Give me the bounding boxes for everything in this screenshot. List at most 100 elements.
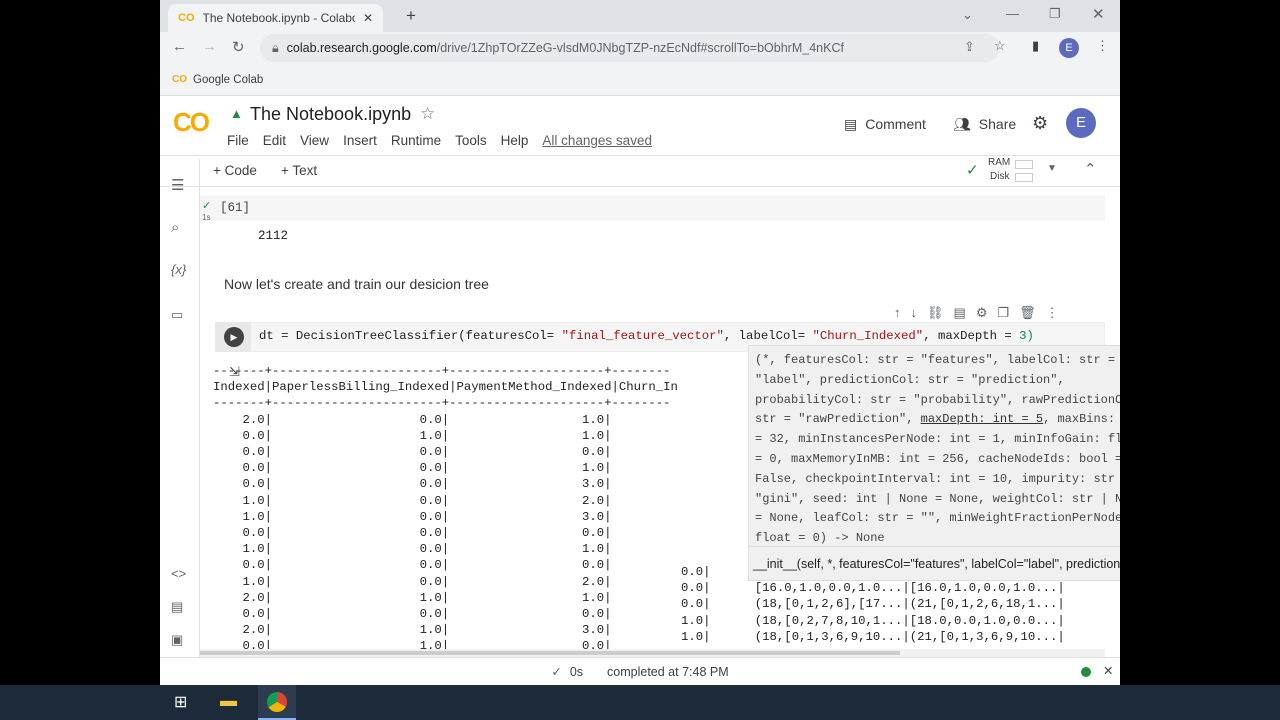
code-snippets-icon[interactable]: <> — [171, 566, 186, 581]
add-code-button[interactable]: + Code — [213, 163, 257, 178]
files-folder-icon[interactable]: ▭ — [171, 307, 183, 323]
check-icon: ✓ — [551, 665, 562, 679]
taskbar: ⊞ ▬ — [0, 685, 1280, 720]
back-icon[interactable]: ← — [172, 38, 187, 55]
colab-favicon-icon: CO — [178, 12, 195, 24]
run-cell-button[interactable]: ▶ — [224, 327, 244, 347]
tab-title: The Notebook.ipynb - Colaborat — [202, 11, 355, 25]
cell-toolbar: ↑ ↓ ⛓ ▤ ⚙ ❐ 🗑︎ ⋮ — [894, 305, 1059, 321]
link-icon[interactable]: ⛓ — [927, 305, 944, 321]
new-tab-icon[interactable]: + — [406, 6, 416, 26]
profile-avatar[interactable]: E — [1059, 38, 1079, 58]
table-row: 0.0| 0.0| 0.0| — [213, 558, 612, 573]
browser-window: CO The Notebook.ipynb - Colaborat ✕ + ⌄ … — [160, 0, 1120, 685]
table-row: 0.0| 1.0| 1.0| — [213, 428, 612, 443]
command-palette-icon[interactable]: ▤ — [171, 599, 183, 615]
tab-search-icon[interactable]: ⌄ — [962, 7, 973, 23]
comment-cell-icon[interactable]: ▤ — [954, 305, 966, 321]
minimize-icon[interactable]: — — [1006, 6, 1019, 21]
menu-help[interactable]: Help — [501, 133, 529, 148]
forward-icon[interactable]: → — [202, 38, 217, 55]
close-window-icon[interactable]: ✕ — [1092, 5, 1105, 23]
connected-check-icon: ✓ — [966, 162, 979, 179]
address-bar-row: ← → ↻ 🔒︎ colab.research.google.com/drive… — [160, 32, 1120, 64]
menu-runtime[interactable]: Runtime — [391, 133, 441, 148]
disk-meter[interactable] — [1015, 173, 1033, 182]
comment-button[interactable]: ▤ Comment — [844, 116, 926, 133]
restore-icon[interactable]: ❐ — [1049, 6, 1061, 22]
star-icon[interactable]: ☆ — [420, 104, 435, 124]
output-table: -------+-----------------------+--------… — [213, 363, 678, 655]
active-parameter: maxDepth: int = 5 — [920, 412, 1044, 427]
more-options-icon[interactable]: ⋮ — [1046, 305, 1059, 321]
signature-footer: __init__(self, *, featuresCol="features"… — [749, 546, 1120, 580]
tab-bar: CO The Notebook.ipynb - Colaborat ✕ + ⌄ … — [160, 0, 1120, 32]
share-page-icon[interactable]: ⇪ — [964, 39, 975, 55]
elapsed-time: 0s — [569, 664, 584, 679]
runtime-dropdown-icon[interactable]: ▼ — [1047, 163, 1057, 174]
table-header: Indexed|PaperlessBilling_Indexed|Payment… — [213, 380, 678, 395]
variables-icon[interactable]: {x} — [171, 262, 186, 277]
text-cell[interactable]: Now let's create and train our desicion … — [224, 276, 489, 292]
drive-icon: ▲ — [230, 106, 243, 121]
chrome-taskbar-button[interactable] — [258, 685, 296, 720]
table-row: 0.0| 0.0| 1.0| — [213, 461, 612, 476]
side-panel-icon[interactable]: ▮ — [1032, 38, 1039, 54]
menu-file[interactable]: File — [227, 133, 249, 148]
notebook-toolbar: + Code + Text ✓ RAM Disk ▼ ⌃ — [160, 156, 1120, 187]
bookmark-google-colab[interactable]: Google Colab — [193, 74, 263, 86]
run-success-icon: ✓ — [202, 200, 212, 212]
ram-meter[interactable] — [1015, 160, 1033, 169]
reload-icon[interactable]: ↻ — [232, 38, 245, 56]
code-line[interactable]: dt = DecisionTreeClassifier(featuresCol=… — [259, 329, 1034, 343]
file-explorer-icon[interactable]: ▬ — [220, 691, 237, 711]
notebook-title[interactable]: The Notebook.ipynb — [250, 104, 411, 125]
user-avatar[interactable]: E — [1066, 108, 1096, 138]
table-row: 1.0| 0.0| 3.0| — [213, 509, 612, 524]
left-sidebar: ☰ ⌕ {x} ▭ <> ▤ ▣ — [160, 159, 200, 659]
move-up-icon[interactable]: ↑ — [894, 305, 901, 321]
lock-icon: 🔒︎ — [272, 40, 279, 55]
chrome-icon — [267, 692, 287, 712]
share-button[interactable]: 👥︎ Share — [953, 116, 1016, 133]
url-bar[interactable]: 🔒︎ colab.research.google.com/drive/1ZhpT… — [260, 34, 1000, 62]
browser-tab[interactable]: CO The Notebook.ipynb - Colaborat ✕ — [168, 4, 383, 32]
move-down-icon[interactable]: ↓ — [911, 305, 918, 321]
colab-header: CO ▲ The Notebook.ipynb ☆ File Edit View… — [160, 96, 1120, 156]
table-row: 2.0| 1.0| 3.0| — [213, 623, 612, 638]
table-of-contents-icon[interactable]: ☰ — [171, 176, 184, 194]
windows-start-icon[interactable]: ⊞ — [174, 692, 187, 712]
delete-cell-icon[interactable]: 🗑︎ — [1019, 305, 1036, 321]
bookmark-star-icon[interactable]: ☆ — [994, 38, 1006, 54]
menu-insert[interactable]: Insert — [343, 133, 377, 148]
comment-icon: ▤ — [844, 116, 858, 132]
signature-help-tooltip: (*, featuresCol: str = "features", label… — [748, 345, 1120, 581]
table-row-right: 1.0| (18,[0,1,3,6,9,10...|(21,[0,1,3,6,9… — [681, 629, 1065, 644]
menu-tools[interactable]: Tools — [455, 133, 487, 148]
signature-text-rest: , maxBins: int = 32, minInstancesPerNode… — [755, 412, 1120, 546]
previous-cell[interactable] — [200, 195, 1105, 221]
browser-menu-icon[interactable]: ⋮ — [1096, 38, 1109, 54]
notebook-area: ✓ 1s [61] 2112 Now let's create and trai… — [200, 191, 1120, 657]
table-row: 0.0| 0.0| 0.0| — [213, 445, 612, 460]
close-tab-icon[interactable]: ✕ — [363, 11, 373, 25]
ram-label: RAM — [988, 157, 1011, 168]
bookmarks-bar: CO Google Colab — [160, 64, 1120, 96]
collapse-header-icon[interactable]: ⌃ — [1084, 160, 1097, 178]
colab-logo[interactable]: CO — [173, 107, 210, 138]
mirror-cell-icon[interactable]: ❐ — [997, 305, 1009, 321]
table-row: 0.0| 0.0| 3.0| — [213, 477, 612, 492]
cell-settings-icon[interactable]: ⚙ — [976, 305, 988, 321]
save-status[interactable]: All changes saved — [542, 133, 652, 148]
close-status-icon[interactable]: ✕ — [1103, 663, 1113, 678]
menu-edit[interactable]: Edit — [263, 133, 286, 148]
terminal-icon[interactable]: ▣ — [171, 632, 183, 648]
add-text-button[interactable]: + Text — [281, 163, 317, 178]
search-icon[interactable]: ⌕ — [171, 219, 179, 236]
table-row-right: 0.0| [16.0,1.0,0.0,1.0...|[16.0,1.0,0.0,… — [681, 581, 1065, 596]
settings-gear-icon[interactable]: ⚙ — [1032, 113, 1048, 134]
menu-view[interactable]: View — [300, 133, 329, 148]
colab-bookmark-icon: CO — [172, 74, 187, 85]
url-host: colab.research.google.com — [286, 41, 437, 55]
horizontal-scrollbar[interactable] — [200, 649, 1105, 657]
